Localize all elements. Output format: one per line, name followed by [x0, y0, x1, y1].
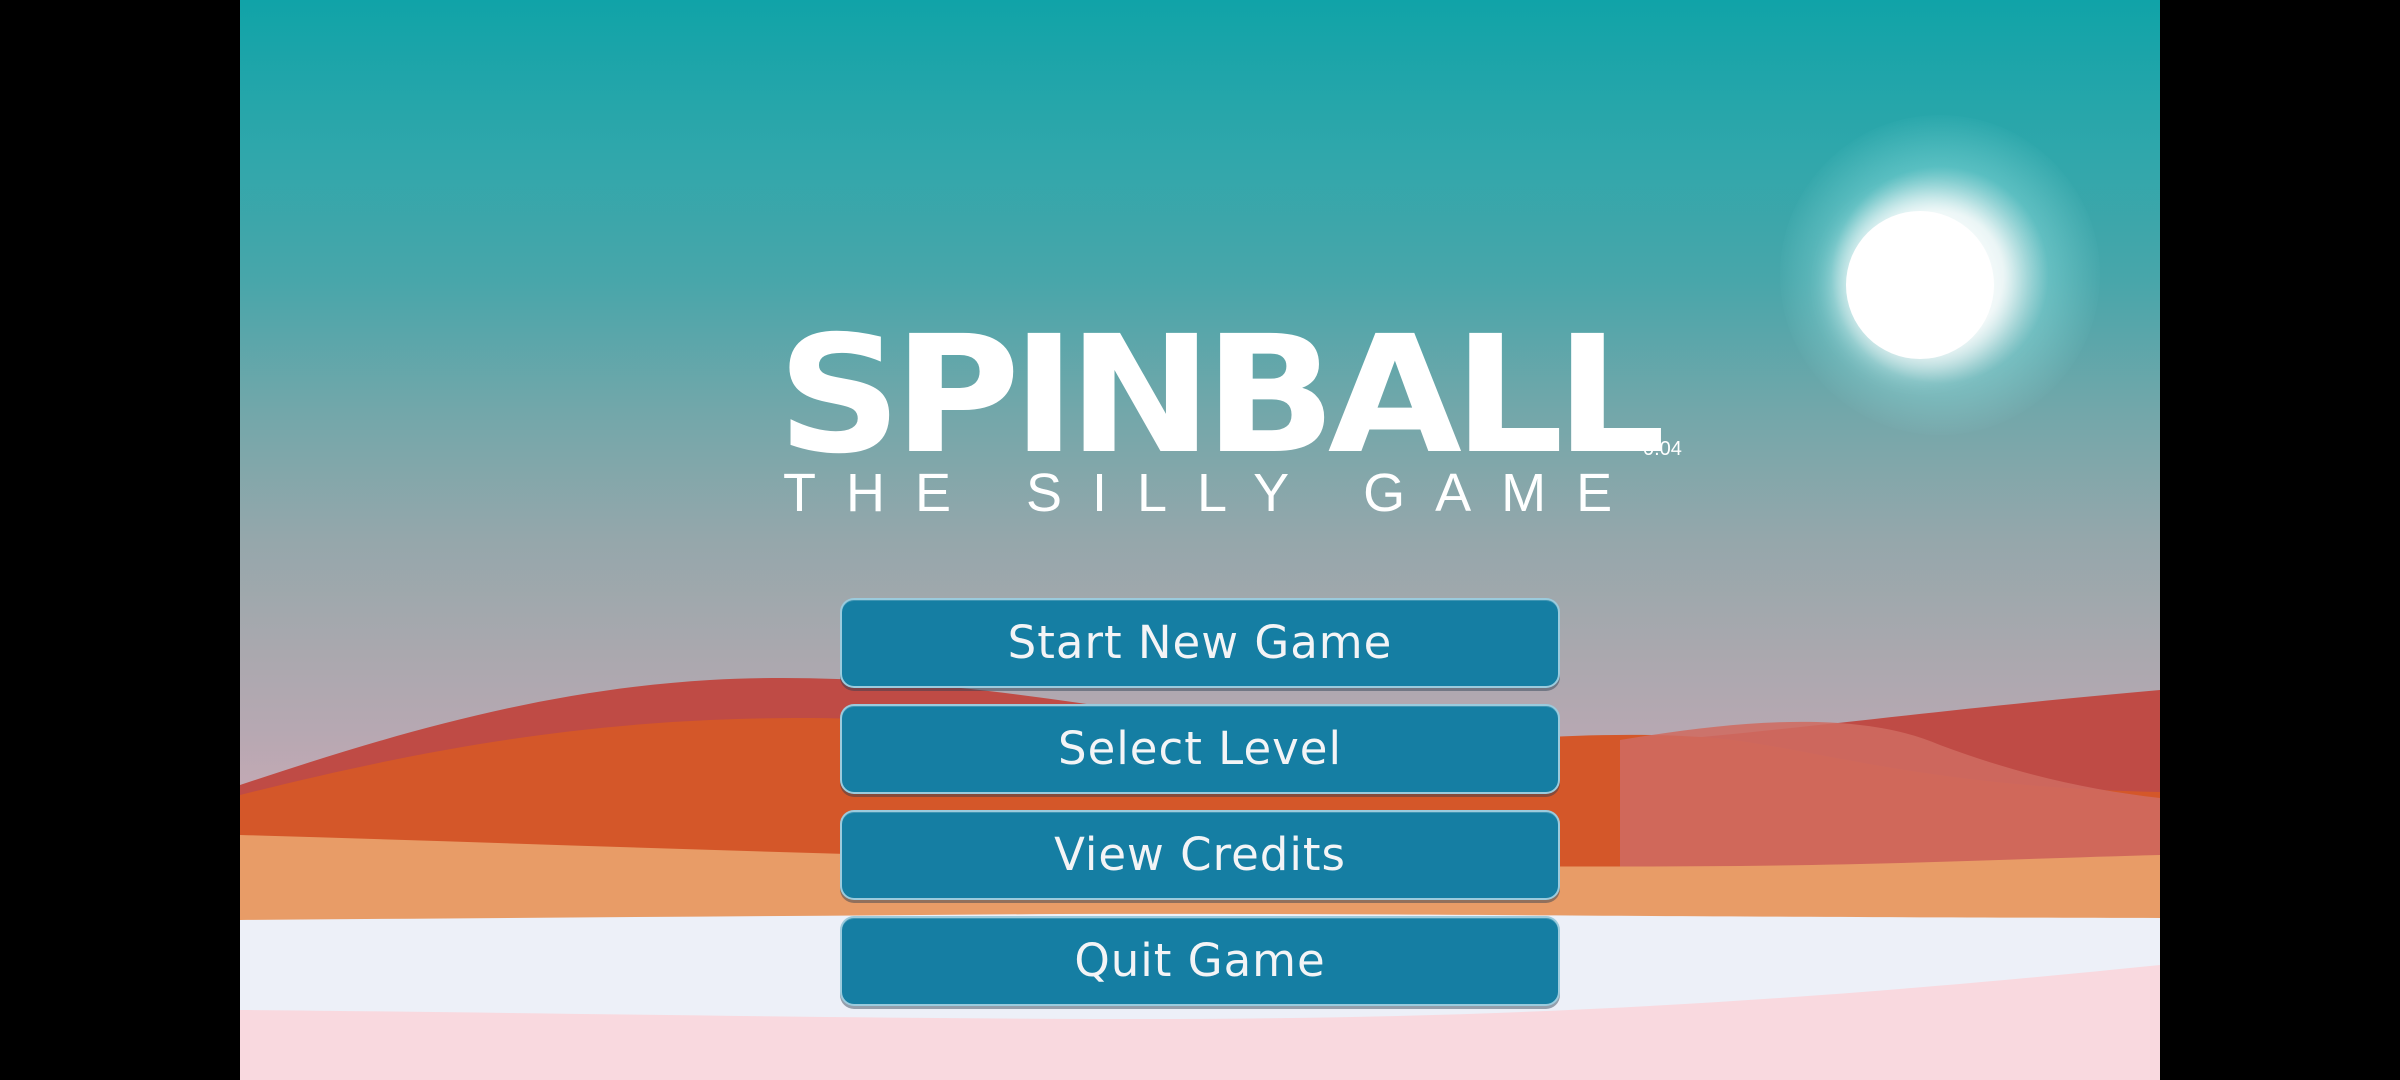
start-new-game-button[interactable]: Start New Game: [840, 598, 1560, 688]
game-title-block: SPINBALL 0.04 THE SILLY GAME: [777, 315, 1682, 525]
quit-game-button[interactable]: Quit Game: [840, 916, 1560, 1006]
select-level-button[interactable]: Select Level: [840, 704, 1560, 794]
sun-icon: [1846, 211, 1994, 359]
main-menu: Start New Game Select Level View Credits…: [840, 598, 1560, 1008]
game-viewport: SPINBALL 0.04 THE SILLY GAME Start New G…: [240, 0, 2160, 1080]
screen: SPINBALL 0.04 THE SILLY GAME Start New G…: [0, 0, 2400, 1080]
view-credits-button[interactable]: View Credits: [840, 810, 1560, 900]
game-subtitle: THE SILLY GAME: [783, 463, 1643, 523]
version-label: 0.04: [1643, 438, 1682, 460]
game-title: SPINBALL: [777, 302, 1666, 490]
